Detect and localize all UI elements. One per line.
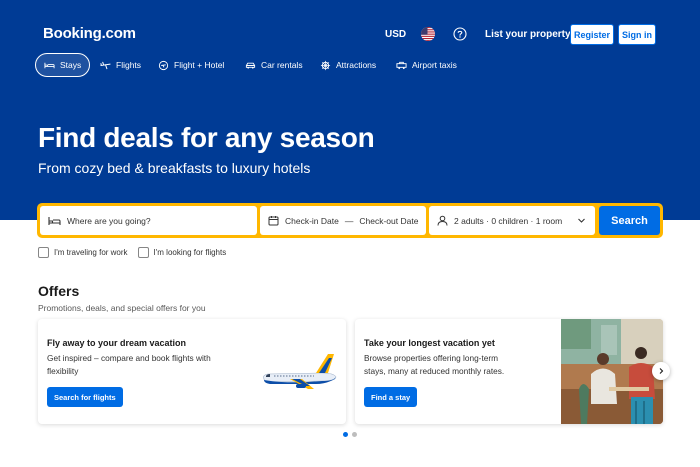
search-bar: Where are you going? Check-in Date — Che… xyxy=(37,203,663,238)
nav-tab-label: Flight + Hotel xyxy=(174,60,225,70)
carousel-dot[interactable] xyxy=(352,432,357,437)
nav-tab-attractions[interactable]: Attractions xyxy=(312,53,384,77)
nav-tab-label: Airport taxis xyxy=(412,60,457,70)
guests-field[interactable]: 2 adults · 0 children · 1 room xyxy=(429,206,595,235)
car-icon xyxy=(245,62,256,69)
checkbox-box[interactable] xyxy=(137,247,149,258)
destination-placeholder: Where are you going? xyxy=(67,215,151,226)
chevron-down-icon xyxy=(578,218,585,223)
search-options: I'm traveling for work I'm looking for f… xyxy=(38,247,226,258)
nav-tab-label: Car rentals xyxy=(261,60,303,70)
nav-tab-car-rentals[interactable]: Car rentals xyxy=(237,53,311,77)
hero-title: Find deals for any season xyxy=(38,122,375,153)
offer-card-title: Fly away to your dream vacation xyxy=(47,338,187,348)
hero-banner: Booking.com USD List your property Regis… xyxy=(0,0,700,220)
bed-icon xyxy=(44,62,55,68)
attractions-icon xyxy=(320,60,331,70)
offer-card-text: Browse properties offering long-term sta… xyxy=(364,353,505,376)
search-flights-button[interactable]: Search for flights xyxy=(47,387,123,407)
offers-subtitle: Promotions, deals, and special offers fo… xyxy=(38,303,206,313)
currency-selector[interactable]: USD xyxy=(385,29,406,40)
register-button[interactable]: Register xyxy=(570,24,614,45)
chevron-right-icon xyxy=(659,368,664,374)
guests-summary: 2 adults · 0 children · 1 room xyxy=(454,215,563,226)
work-travel-checkbox[interactable]: I'm traveling for work xyxy=(38,247,128,258)
us-flag-icon[interactable] xyxy=(421,27,435,41)
find-stay-button[interactable]: Find a stay xyxy=(364,387,418,407)
checkbox-label: I'm looking for flights xyxy=(153,248,227,257)
dates-field[interactable]: Check-in Date — Check-out Date xyxy=(260,206,426,235)
nav-tab-flights[interactable]: Flights xyxy=(92,53,149,77)
person-icon xyxy=(437,215,448,226)
offer-card-flights: Fly away to your dream vacation Get insp… xyxy=(38,319,346,424)
nav-tab-flight-hotel[interactable]: Flight + Hotel xyxy=(150,53,232,77)
nav-tab-label: Flights xyxy=(116,60,142,70)
carousel-next-button[interactable] xyxy=(652,362,670,380)
hero-subtitle: From cozy bed & breakfasts to luxury hot… xyxy=(38,160,311,176)
nav-tab-airport-taxis[interactable]: Airport taxis xyxy=(388,53,465,77)
booking-logo[interactable]: Booking.com xyxy=(43,25,136,42)
sign-in-button[interactable]: Sign in xyxy=(618,24,656,45)
bed-icon xyxy=(48,217,61,225)
date-separator: — xyxy=(344,215,354,226)
nav-tab-label: Attractions xyxy=(336,60,377,70)
checkbox-box[interactable] xyxy=(38,247,49,258)
checkbox-label: I'm traveling for work xyxy=(54,248,128,257)
plane-icon xyxy=(100,61,111,69)
list-property-link[interactable]: List your property xyxy=(485,29,571,40)
nav-tab-label: Stays xyxy=(60,60,82,70)
offers-title: Offers xyxy=(38,283,80,299)
offer-card-text: Get inspired – compare and book flights … xyxy=(47,353,211,376)
flight-hotel-icon xyxy=(158,60,169,70)
nav-tab-stays[interactable]: Stays xyxy=(35,53,91,77)
check-out-label: Check-out Date xyxy=(359,215,419,226)
product-nav: Stays Flights Flight + Hotel Car rentals… xyxy=(0,53,700,77)
airplane-illustration xyxy=(263,354,337,389)
offer-card-long-stays: Take your longest vacation yet Browse pr… xyxy=(355,319,663,424)
taxi-icon xyxy=(396,61,407,69)
carousel-dot-active[interactable] xyxy=(343,432,348,437)
offer-card-title: Take your longest vacation yet xyxy=(364,338,495,348)
calendar-icon xyxy=(268,216,279,226)
vacation-photo xyxy=(561,319,663,424)
carousel-pagination xyxy=(343,432,357,437)
search-button[interactable]: Search xyxy=(599,206,660,235)
check-in-label: Check-in Date xyxy=(285,215,339,226)
help-icon[interactable] xyxy=(453,27,467,41)
destination-field[interactable]: Where are you going? xyxy=(40,206,257,235)
flights-checkbox[interactable]: I'm looking for flights xyxy=(137,247,227,258)
